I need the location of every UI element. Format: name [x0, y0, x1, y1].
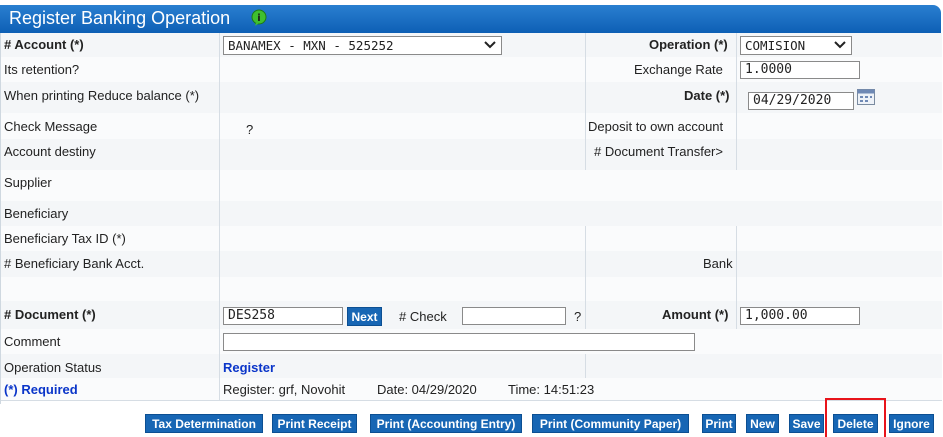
status-label: Operation Status — [4, 360, 102, 375]
ignore-button[interactable]: Ignore — [889, 414, 934, 433]
print-community-paper-button[interactable]: Print (Community Paper) — [532, 414, 689, 433]
row-status: Operation Status Register — [1, 354, 942, 379]
status-value: Register — [223, 360, 276, 375]
svg-text:i: i — [257, 13, 260, 24]
next-button[interactable]: Next — [347, 307, 382, 326]
bank-label: Bank — [703, 256, 733, 271]
row-account: # Account (*) BANAMEX - MXN - 525252 Ope… — [1, 33, 942, 58]
check-input[interactable] — [462, 307, 566, 325]
account-label: # Account (*) — [4, 37, 84, 52]
document-label: # Document (*) — [4, 307, 96, 322]
doc-transfer-label: # Document Transfer> — [594, 144, 723, 159]
row-supplier: Supplier — [1, 170, 942, 202]
row-empty — [1, 277, 942, 302]
print-receipt-button[interactable]: Print Receipt — [272, 414, 357, 433]
row-account-destiny: Account destiny # Document Transfer> — [1, 139, 942, 171]
operation-select[interactable]: COMISION — [740, 36, 852, 55]
print-button[interactable]: Print — [702, 414, 736, 433]
exchange-rate-input[interactable]: 1.0000 — [740, 61, 860, 79]
deposit-own-label: Deposit to own account — [588, 119, 724, 134]
row-check-message: Check Message ? Deposit to own account — [1, 113, 942, 140]
account-select[interactable]: BANAMEX - MXN - 525252 — [223, 36, 502, 55]
reduce-balance-label: When printing Reduce balance (*) — [4, 88, 200, 103]
date-input[interactable]: 04/29/2020 — [748, 92, 854, 110]
check-message-label: Check Message — [4, 119, 98, 134]
page-title: Register Banking Operation — [9, 8, 231, 28]
register-info: Register: grf, Novohit — [223, 382, 346, 397]
calendar-icon[interactable] — [857, 89, 875, 105]
operation-label: Operation (*) — [649, 37, 728, 52]
save-button[interactable]: Save — [789, 414, 824, 433]
tax-determination-button[interactable]: Tax Determination — [145, 414, 263, 433]
check-message-value[interactable]: ? — [246, 122, 253, 137]
row-reduce-balance: When printing Reduce balance (*) Date (*… — [1, 82, 942, 114]
amount-label: Amount (*) — [662, 307, 729, 322]
row-retention: Its retention? Exchange Rate 1.0000 — [1, 57, 942, 83]
account-value: BANAMEX - MXN - 525252 — [228, 38, 394, 53]
comment-label: Comment — [4, 334, 61, 349]
account-destiny-label: Account destiny — [4, 144, 96, 159]
beneficiary-tax-label: Beneficiary Tax ID (*) — [4, 231, 126, 246]
row-document: # Document (*) DES258 Next # Check ? Amo… — [1, 301, 942, 330]
print-accounting-entry-button[interactable]: Print (Accounting Entry) — [370, 414, 522, 433]
beneficiary-bank-acct-label: # Beneficiary Bank Acct. — [4, 256, 145, 271]
title-bar: Register Banking Operation i — [0, 5, 941, 33]
required-note: (*) Required — [4, 382, 78, 397]
time-info: Time: 14:51:23 — [508, 382, 595, 397]
date-label: Date (*) — [684, 88, 730, 103]
chevron-down-icon — [484, 41, 496, 49]
row-beneficiary-tax: Beneficiary Tax ID (*) — [1, 226, 942, 252]
supplier-label: Supplier — [4, 175, 52, 190]
row-beneficiary: Beneficiary — [1, 201, 942, 227]
chevron-down-icon — [834, 41, 846, 49]
row-required: (*) Required Register: grf, Novohit Date… — [1, 378, 942, 401]
retention-label: Its retention? — [4, 62, 80, 77]
help-icon[interactable]: i — [250, 9, 268, 27]
check-help[interactable]: ? — [574, 309, 581, 324]
row-comment: Comment — [1, 329, 942, 355]
delete-highlight-box — [825, 398, 886, 437]
check-label: # Check — [399, 309, 447, 324]
operation-value: COMISION — [745, 38, 806, 53]
row-beneficiary-bank: # Beneficiary Bank Acct. Bank — [1, 251, 942, 278]
amount-input[interactable]: 1,000.00 — [740, 307, 860, 325]
date-info: Date: 04/29/2020 — [377, 382, 477, 397]
exchange-rate-label: Exchange Rate — [634, 62, 723, 77]
beneficiary-label: Beneficiary — [4, 206, 69, 221]
comment-input[interactable] — [223, 333, 695, 351]
new-button[interactable]: New — [746, 414, 779, 433]
document-input[interactable]: DES258 — [223, 307, 343, 325]
form-grid: # Account (*) BANAMEX - MXN - 525252 Ope… — [0, 33, 942, 404]
